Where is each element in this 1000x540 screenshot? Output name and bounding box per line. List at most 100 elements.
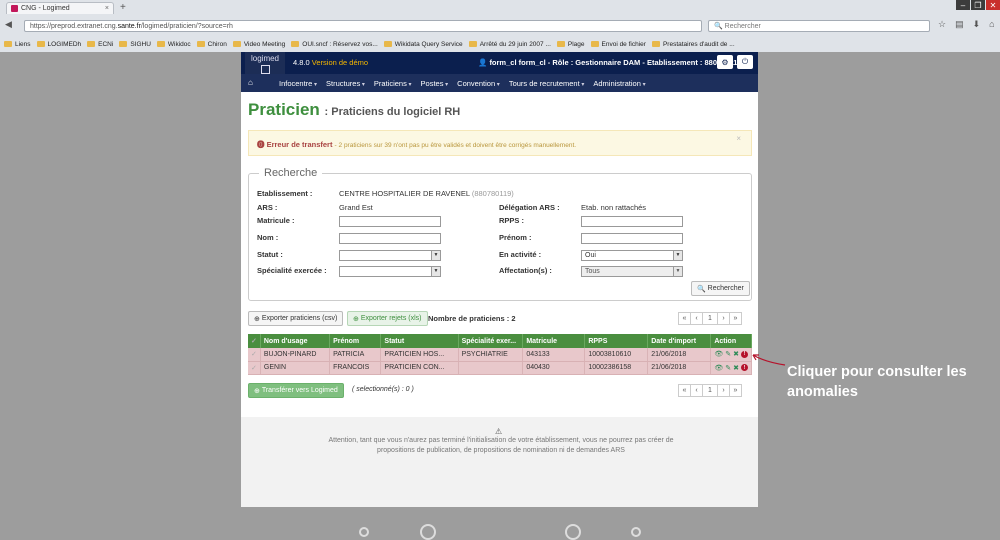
row-checkbox[interactable]: ✓: [248, 348, 261, 362]
download-icon[interactable]: ⬇: [973, 19, 981, 30]
column-header[interactable]: RPPS: [584, 334, 649, 348]
settings-gear-icon[interactable]: ⚙: [717, 55, 733, 69]
view-eye-icon[interactable]: 👁: [714, 350, 723, 358]
specialite-select[interactable]: ▼: [339, 266, 441, 277]
bookmark-item[interactable]: Arrêté du 29 juin 2007 ...: [468, 41, 551, 48]
bookmark-item[interactable]: Wikidata Query Service: [383, 41, 463, 48]
bookmark-item[interactable]: LOGIMEDh: [36, 41, 81, 48]
column-header[interactable]: Prénom: [329, 334, 382, 348]
edit-icon[interactable]: ✎: [725, 350, 731, 358]
cell-date: 21/06/2018: [647, 348, 712, 362]
bookmark-item[interactable]: Prestataires d'audit de ...: [651, 41, 735, 48]
menu-item-structures[interactable]: Structures: [326, 79, 365, 88]
ars-value: Grand Est: [339, 203, 373, 212]
home-icon[interactable]: ⌂: [989, 19, 994, 30]
nom-label: Nom :: [257, 233, 279, 242]
matricule-input[interactable]: [339, 216, 441, 227]
specialite-label: Spécialité exercée :: [257, 266, 327, 275]
prenom-input[interactable]: [581, 233, 683, 244]
folder-icon: [590, 41, 599, 47]
bookmark-item[interactable]: Envoi de fichier: [590, 41, 646, 48]
browser-tab[interactable]: CNG - Logimed ×: [6, 2, 114, 14]
bookmark-item[interactable]: Video Meeting: [232, 41, 285, 48]
selected-count: ( selectionné(s) : 0 ): [352, 386, 414, 393]
folder-icon: [651, 41, 660, 47]
export-rejets-button[interactable]: ⊕ Exporter rejets (xls): [347, 311, 428, 326]
export-csv-button[interactable]: ⊕ Exporter praticiens (csv): [248, 311, 344, 326]
alert-close-icon[interactable]: ×: [736, 134, 741, 143]
chevron-down-icon: ▼: [673, 251, 682, 260]
page-title: Praticien : Praticiens du logiciel RH: [248, 100, 461, 119]
cell-prenom: PATRICIA: [329, 348, 382, 362]
select-all-checkbox[interactable]: ✓: [248, 334, 261, 348]
etablissement-value: CENTRE HOSPITALIER DE RAVENEL (880780119…: [339, 189, 514, 198]
bookmark-item[interactable]: Chiron: [196, 41, 227, 48]
bookmark-item[interactable]: ECNi: [87, 41, 113, 48]
rpps-input[interactable]: [581, 216, 683, 227]
bookmark-item[interactable]: Wikidoc: [156, 41, 191, 48]
url-bar[interactable]: https://preprod.extranet.cng.sante.fr/lo…: [24, 20, 702, 32]
table-row[interactable]: ✓ GENIN FRANCOIS PRATICIEN CON... 040430 1000…: [248, 361, 752, 375]
tab-close-icon[interactable]: ×: [105, 5, 109, 12]
menu-item-postes[interactable]: Postes: [421, 79, 449, 88]
app-page: logimed 4.8.0 Version de démo 👤 form_cl …: [241, 52, 758, 540]
column-header[interactable]: Action: [710, 334, 752, 348]
menu-item-tours-de-recrutement[interactable]: Tours de recrutement: [509, 79, 585, 88]
row-checkbox[interactable]: ✓: [248, 361, 261, 375]
new-tab-button[interactable]: +: [120, 2, 126, 13]
column-header[interactable]: Nom d'usage: [260, 334, 331, 348]
transfer-icon: ⊕: [254, 387, 262, 395]
folder-icon: [556, 41, 565, 47]
activite-select[interactable]: Oui ▼: [581, 250, 683, 261]
pager-button[interactable]: »: [729, 384, 742, 397]
matricule-label: Matricule :: [257, 216, 295, 225]
app-header: logimed 4.8.0 Version de démo 👤 form_cl …: [241, 52, 758, 78]
back-icon[interactable]: ◀: [5, 19, 12, 30]
annotation-callout: Cliquer pour consulter les anomalies: [787, 364, 967, 400]
column-header[interactable]: Date d'import: [647, 334, 712, 348]
menu-item-convention[interactable]: Convention: [457, 79, 500, 88]
browser-window: CNG - Logimed × + – ❐ ✕ ◀ https://prepro…: [0, 0, 1000, 52]
search-panel: Recherche Etablissement : CENTRE HOSPITA…: [248, 167, 752, 301]
maximize-icon[interactable]: ❐: [971, 0, 985, 10]
transfer-button[interactable]: ⊕ Transférer vers Logimed: [248, 383, 344, 398]
annotation-arrow: [752, 354, 786, 366]
bookmark-item[interactable]: Liens: [4, 41, 31, 48]
star-icon[interactable]: ☆: [938, 19, 946, 30]
pager-button[interactable]: »: [729, 312, 742, 325]
nom-input[interactable]: [339, 233, 441, 244]
bookmark-item[interactable]: SIGHU: [119, 41, 151, 48]
affectation-select[interactable]: Tous ▼: [581, 266, 683, 277]
menu-item-administration[interactable]: Administration: [593, 79, 645, 88]
pager-button[interactable]: 1: [702, 384, 718, 397]
column-header[interactable]: Statut: [380, 334, 459, 348]
footer-text: Attention, tant que vous n'aurez pas ter…: [328, 437, 674, 454]
folder-icon: [232, 41, 241, 47]
menu-item-infocentre[interactable]: Infocentre: [279, 79, 317, 88]
delete-x-icon[interactable]: ✖: [733, 350, 739, 358]
affectation-label: Affectation(s) :: [499, 266, 552, 275]
minimize-icon[interactable]: –: [956, 0, 970, 10]
browser-search-input[interactable]: 🔍 Rechercher: [708, 20, 930, 32]
statut-select[interactable]: ▼: [339, 250, 441, 261]
logout-power-icon[interactable]: ⏻: [737, 55, 753, 69]
footer-notice: ⚠ Attention, tant que vous n'aurez pas t…: [241, 417, 758, 540]
etablissement-label: Etablissement :: [257, 189, 313, 198]
view-eye-icon[interactable]: 👁: [714, 364, 723, 372]
rechercher-button[interactable]: 🔍 Rechercher: [691, 281, 750, 296]
menu-item-praticiens[interactable]: Praticiens: [374, 79, 412, 88]
bookmark-item[interactable]: Plage: [556, 41, 585, 48]
home-menu-icon[interactable]: ⌂: [248, 78, 253, 87]
column-header[interactable]: Spécialité exer...: [458, 334, 524, 348]
cell-specialite: PSYCHIATRIE: [458, 348, 524, 362]
table-row[interactable]: ✓ BUJON-PINARD PATRICIA PRATICIEN HOS... PSY…: [248, 348, 752, 362]
close-window-icon[interactable]: ✕: [986, 0, 1000, 10]
search-legend: Recherche: [259, 167, 323, 179]
delete-x-icon[interactable]: ✖: [733, 364, 739, 372]
edit-icon[interactable]: ✎: [725, 364, 731, 372]
clipboard-icon[interactable]: ▤: [955, 19, 964, 30]
pager-button[interactable]: 1: [702, 312, 718, 325]
prenom-label: Prénom :: [499, 233, 532, 242]
column-header[interactable]: Matricule: [522, 334, 586, 348]
bookmark-item[interactable]: OUI.sncf : Réservez vos...: [291, 41, 378, 48]
